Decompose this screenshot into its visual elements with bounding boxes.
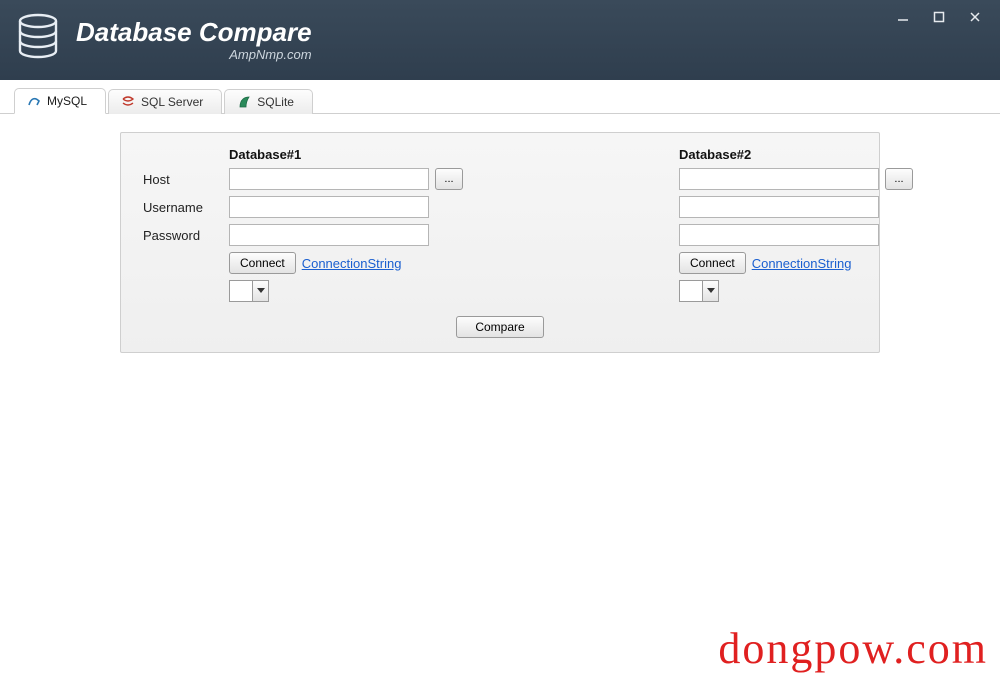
tab-label: SQL Server <box>141 95 203 109</box>
db1-header: Database#1 <box>229 147 429 162</box>
app-subtitle: AmpNmp.com <box>76 47 312 62</box>
content-area: Database#1 Database#2 Host ... ... Usern… <box>0 114 1000 371</box>
db1-connect-button[interactable]: Connect <box>229 252 296 274</box>
db2-header: Database#2 <box>679 147 879 162</box>
db1-host-input[interactable] <box>229 168 429 190</box>
db2-password-input[interactable] <box>679 224 879 246</box>
close-button[interactable] <box>958 6 992 28</box>
db1-dropdown-value <box>230 281 252 301</box>
title-block: Database Compare AmpNmp.com <box>76 19 312 62</box>
db1-database-dropdown[interactable] <box>229 280 269 302</box>
tab-sqlserver[interactable]: SQL Server <box>108 89 222 114</box>
db2-host-input[interactable] <box>679 168 879 190</box>
minimize-button[interactable] <box>886 6 920 28</box>
password-label: Password <box>143 228 223 243</box>
db1-username-input[interactable] <box>229 196 429 218</box>
db2-connectionstring-link[interactable]: ConnectionString <box>752 256 852 271</box>
app-logo-area: Database Compare AmpNmp.com <box>14 13 312 67</box>
tab-label: MySQL <box>47 94 87 108</box>
db1-password-input[interactable] <box>229 224 429 246</box>
username-label: Username <box>143 200 223 215</box>
compare-panel: Database#1 Database#2 Host ... ... Usern… <box>120 132 880 353</box>
titlebar: Database Compare AmpNmp.com <box>0 0 1000 80</box>
watermark-text: dongpow.com <box>718 623 988 674</box>
db1-host-browse-button[interactable]: ... <box>435 168 463 190</box>
host-label: Host <box>143 172 223 187</box>
db2-connect-button[interactable]: Connect <box>679 252 746 274</box>
app-title: Database Compare <box>76 19 312 45</box>
window-controls <box>886 6 992 28</box>
mysql-icon <box>27 94 41 108</box>
tab-mysql[interactable]: MySQL <box>14 88 106 114</box>
sqlite-icon <box>237 95 251 109</box>
sqlserver-icon <box>121 95 135 109</box>
db2-host-browse-button[interactable]: ... <box>885 168 913 190</box>
compare-button[interactable]: Compare <box>456 316 543 338</box>
tab-bar: MySQL SQL Server SQLite <box>0 80 1000 114</box>
db2-dropdown-value <box>680 281 702 301</box>
tab-sqlite[interactable]: SQLite <box>224 89 313 114</box>
tab-label: SQLite <box>257 95 294 109</box>
db2-database-dropdown[interactable] <box>679 280 719 302</box>
db2-username-input[interactable] <box>679 196 879 218</box>
maximize-button[interactable] <box>922 6 956 28</box>
chevron-down-icon <box>252 281 268 301</box>
database-logo-icon <box>14 13 62 67</box>
db1-connectionstring-link[interactable]: ConnectionString <box>302 256 402 271</box>
chevron-down-icon <box>702 281 718 301</box>
